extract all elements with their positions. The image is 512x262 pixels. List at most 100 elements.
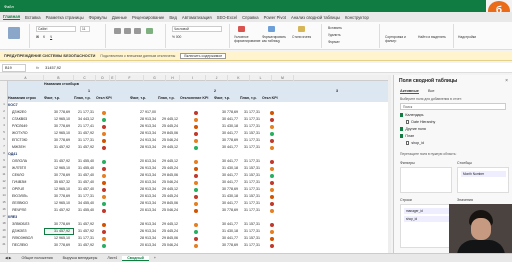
value-cell[interactable]: 30 441,77: [214, 130, 240, 137]
pivot-field-item[interactable]: Date Hierarchy: [406, 120, 435, 124]
checkbox-icon[interactable]: [400, 134, 404, 138]
row-label[interactable]: МЖЗЕН: [12, 144, 44, 151]
value-cell[interactable]: 30 441,77: [214, 179, 240, 186]
value-cell[interactable]: 31 430,18: [214, 165, 240, 172]
value-cell[interactable]: 30 441,77: [214, 200, 240, 207]
columns-zone[interactable]: Month Number: [457, 167, 509, 193]
value-cell[interactable]: 30 778,69: [214, 207, 240, 214]
row-number[interactable]: 21: [0, 242, 8, 246]
value-cell[interactable]: 31 177,31: [240, 179, 262, 186]
row-field-item[interactable]: shop_id: [404, 216, 449, 222]
row-number[interactable]: 7: [0, 144, 8, 148]
group-row-label[interactable]: КОС7: [8, 102, 68, 109]
value-cell[interactable]: 28 913,34: [130, 186, 158, 193]
checkbox-icon[interactable]: [406, 141, 410, 145]
row-number[interactable]: 15: [0, 200, 8, 204]
row-label[interactable]: ДЗЖЗЛЗ: [12, 228, 44, 235]
value-cell[interactable]: 31 177,31: [240, 242, 262, 249]
value-cell[interactable]: 29 445,12: [158, 221, 180, 228]
ribbon-tab[interactable]: SEO-Excel: [217, 15, 237, 20]
row-label[interactable]: ЯЕЧРЛЛ: [12, 207, 44, 214]
ribbon-tab[interactable]: Справка: [242, 15, 258, 20]
value-cell[interactable]: 20 613,34: [130, 158, 158, 165]
value-cell[interactable]: 28 913,34: [130, 235, 158, 242]
row-number[interactable]: 13: [0, 186, 8, 190]
sheet-nav-arrows[interactable]: ◀ ▶: [0, 256, 17, 260]
find-select-button[interactable]: Найти и выделить: [418, 35, 448, 39]
ribbon-tab[interactable]: Конструктор: [345, 15, 369, 20]
row-number[interactable]: 19: [0, 228, 8, 232]
vertical-scrollbar[interactable]: [388, 75, 391, 253]
value-cell[interactable]: 21 177,31: [74, 109, 96, 116]
row-number[interactable]: 6: [0, 137, 8, 141]
row-number[interactable]: 2: [0, 109, 8, 113]
row-number[interactable]: 9: [0, 158, 8, 162]
value-cell[interactable]: 28 913,34: [130, 200, 158, 207]
merge-icon[interactable]: [146, 28, 153, 34]
row-label[interactable]: ЛЕЛВЮО: [12, 200, 44, 207]
value-cell[interactable]: 31 457,92: [44, 207, 72, 214]
row-number[interactable]: 12: [0, 179, 8, 183]
value-cell[interactable]: 29 445,12: [158, 186, 180, 193]
row-label[interactable]: ЖЛ75ТЛ: [12, 165, 44, 172]
conditional-format-icon[interactable]: [238, 26, 245, 32]
value-cell[interactable]: 30 778,69: [44, 137, 72, 144]
value-cell[interactable]: 31 457,92: [74, 221, 96, 228]
value-cell[interactable]: 30 778,69: [44, 193, 72, 200]
row-label[interactable]: СЕКЛО: [12, 172, 44, 179]
align-center-icon[interactable]: [124, 28, 131, 34]
value-cell[interactable]: 20 613,34: [130, 207, 158, 214]
ribbon-tab[interactable]: Данные: [112, 15, 127, 20]
value-cell[interactable]: 31 457,92: [74, 228, 96, 235]
close-icon[interactable]: ×: [505, 78, 508, 84]
addins-button[interactable]: Надстройки: [458, 35, 476, 39]
value-cell[interactable]: 31 157,31: [240, 221, 262, 228]
value-cell[interactable]: 31 430,18: [214, 123, 240, 130]
fx-icon[interactable]: fx: [36, 65, 39, 70]
value-cell[interactable]: 20 613,34: [130, 179, 158, 186]
value-cell[interactable]: 30 778,69: [214, 242, 240, 249]
value-cell[interactable]: 31 177,31: [240, 207, 262, 214]
row-field-item[interactable]: manager_id: [404, 208, 449, 214]
value-cell[interactable]: 31 177,31: [240, 123, 262, 130]
value-cell[interactable]: 30 441,77: [214, 158, 240, 165]
value-cell[interactable]: 30 778,69: [44, 221, 72, 228]
value-cell[interactable]: 31 457,92: [44, 144, 72, 151]
row-number[interactable]: 17: [0, 214, 8, 218]
value-cell[interactable]: 26 913,34: [130, 123, 158, 130]
align-right-icon[interactable]: [134, 28, 141, 34]
row-label[interactable]: ЖОТУЛО: [12, 130, 44, 137]
tab-active-fields[interactable]: Активные: [400, 89, 419, 94]
value-cell[interactable]: 31 455,40: [74, 158, 96, 165]
value-cell[interactable]: 31 457,92: [74, 130, 96, 137]
pivot-field-item[interactable]: shop_id: [406, 141, 424, 145]
row-label[interactable]: ЕЮЭЛЛЬ: [12, 193, 44, 200]
font-name-select[interactable]: Calibri: [36, 26, 76, 32]
value-cell[interactable]: 31 177,31: [240, 200, 262, 207]
value-cell[interactable]: 30 778,69: [214, 137, 240, 144]
value-cell[interactable]: 26 913,34: [130, 165, 158, 172]
value-cell[interactable]: 28 913,34: [130, 116, 158, 123]
ribbon-tab[interactable]: Формулы: [89, 15, 107, 20]
ribbon-tab[interactable]: Главная: [3, 14, 21, 20]
row-number[interactable]: 1: [0, 102, 8, 106]
value-cell[interactable]: 29 445,12: [158, 116, 180, 123]
value-cell[interactable]: 30 441,77: [214, 116, 240, 123]
value-cell[interactable]: 21 177,41: [74, 123, 96, 130]
field-search-input[interactable]: Поиск: [400, 103, 506, 110]
ribbon-tab[interactable]: Разметка страницы: [46, 15, 84, 20]
value-cell[interactable]: 31 157,31: [240, 235, 262, 242]
column-field-item[interactable]: Month Number: [461, 171, 506, 177]
value-cell[interactable]: 31 177,31: [74, 137, 96, 144]
value-cell[interactable]: 12 965,10: [44, 235, 72, 242]
value-cell[interactable]: 28 913,34: [130, 221, 158, 228]
value-cell[interactable]: 29 845,06: [158, 200, 180, 207]
checkbox-icon[interactable]: [400, 113, 404, 117]
row-label[interactable]: ЯЛЮЗНВОЛ: [12, 235, 44, 242]
value-cell[interactable]: 24 913,34: [130, 137, 158, 144]
sheet-tab[interactable]: Выручка менеджеры: [58, 256, 103, 260]
value-cell[interactable]: 31 177,31: [240, 116, 262, 123]
format-button[interactable]: Формат: [328, 40, 340, 44]
value-cell[interactable]: 31 157,31: [240, 193, 262, 200]
value-cell[interactable]: 31 457,40: [74, 186, 96, 193]
